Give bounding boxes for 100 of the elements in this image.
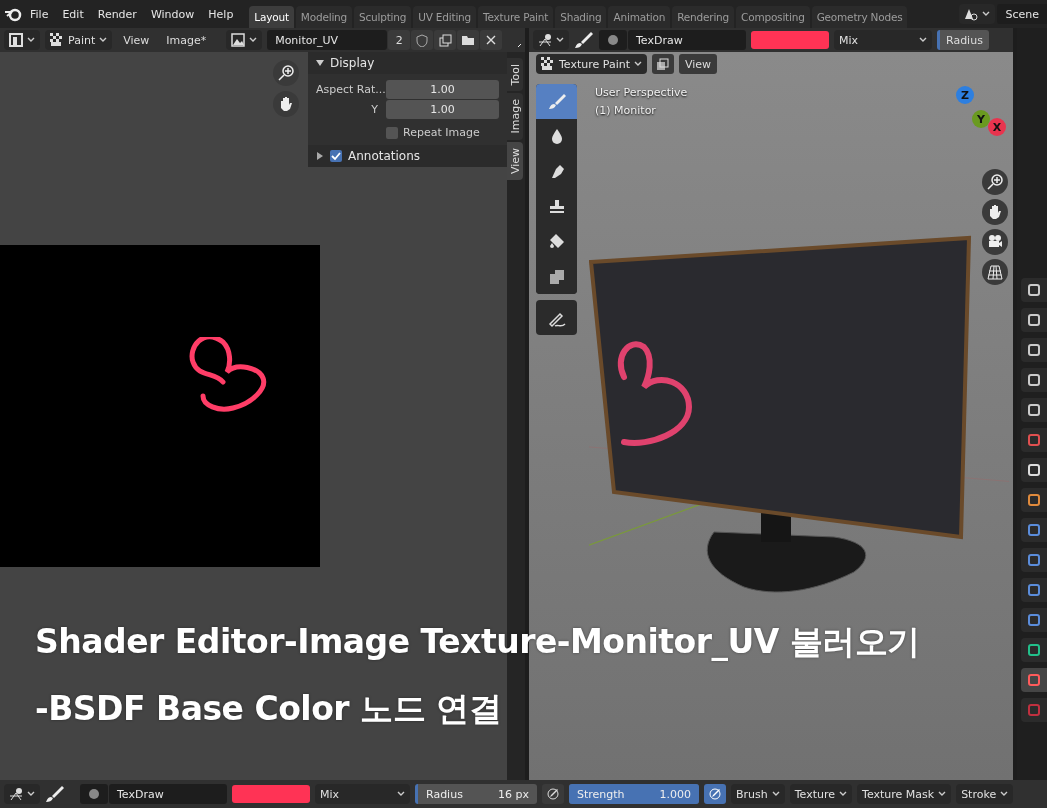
scene-icon (964, 7, 979, 21)
viewport-info-text: User Perspective (595, 86, 688, 99)
zoom-icon[interactable] (273, 60, 299, 86)
brush-color-swatch[interactable] (232, 785, 310, 803)
pan-hand-icon[interactable] (273, 91, 299, 117)
workspace-tab[interactable]: Shading (555, 6, 607, 28)
workspace-tab[interactable]: Layout (249, 6, 294, 28)
checker-icon (541, 57, 555, 71)
scene-selector[interactable] (959, 4, 996, 24)
popover-menu[interactable]: Texture Mask (857, 784, 952, 804)
view-menu[interactable]: View (679, 54, 718, 74)
disclosure-triangle-icon (316, 59, 324, 67)
brush-icon (574, 31, 594, 49)
workspace-tab[interactable]: UV Editing (413, 6, 477, 28)
disclosure-triangle-icon (316, 152, 324, 160)
chevron-icon (634, 61, 642, 67)
image-name-field[interactable]: Monitor_UV (267, 30, 388, 50)
chevron-icon (919, 37, 927, 43)
chevron-icon (99, 37, 108, 43)
sidebar-tab[interactable]: View (507, 141, 523, 180)
strength-slider[interactable]: Strength 1.000 (569, 784, 699, 804)
menu-item[interactable]: Render (91, 1, 143, 27)
menu-item[interactable]: Help (202, 1, 240, 27)
chevron-icon (556, 37, 564, 43)
sidebar-tab[interactable]: Tool (507, 58, 523, 92)
chevron-icon (982, 11, 991, 17)
user-count[interactable]: 2 (388, 30, 411, 50)
grid-icon[interactable] (982, 259, 1008, 285)
checkbox-label: Repeat Image (403, 126, 480, 139)
menu-item[interactable]: File (24, 1, 55, 27)
tool-settings-icon (9, 787, 23, 801)
panel-header[interactable]: Display (308, 52, 507, 74)
brush-color-swatch[interactable] (751, 31, 829, 49)
brush-preview-icon[interactable] (599, 30, 627, 50)
chevron-icon (839, 791, 848, 797)
app-logo-icon[interactable] (4, 6, 22, 22)
number-field[interactable]: 1.00 (386, 100, 499, 119)
duplicate-icon[interactable] (434, 30, 457, 50)
folder-icon[interactable] (457, 30, 480, 50)
mode-dropdown[interactable]: Texture Paint (536, 54, 647, 74)
mode-dropdown[interactable]: Paint (45, 30, 113, 50)
tool-settings-icon (538, 33, 552, 47)
overlay-toggle-icon[interactable] (652, 54, 674, 74)
checkbox[interactable] (386, 126, 398, 139)
panel-header[interactable]: Annotations (308, 145, 507, 167)
zoom-icon[interactable] (982, 169, 1008, 195)
brush-preview-icon[interactable] (80, 784, 108, 804)
brush-name-field[interactable]: TexDraw (628, 30, 746, 50)
caption-text: -BSDF Base Color 노드 연결 (35, 688, 503, 730)
fake-user-icon[interactable] (411, 30, 434, 50)
popover-menu[interactable]: Brush (731, 784, 785, 804)
menu-item[interactable]: Edit (56, 1, 90, 27)
chevron-icon (938, 791, 947, 797)
workspace-tab[interactable]: Modeling (295, 6, 353, 28)
chevron-icon (27, 37, 35, 43)
scene-name-field[interactable]: Scene (997, 4, 1047, 24)
chevron-icon (27, 791, 35, 797)
panel-checkbox[interactable] (330, 150, 342, 162)
sphere-icon (607, 34, 619, 46)
close-icon[interactable] (480, 30, 503, 50)
radius-field[interactable]: Radius 16 px (415, 784, 537, 804)
blend-dropdown[interactable]: Mix (834, 30, 932, 50)
pan-hand-icon[interactable] (982, 199, 1008, 225)
workspace-tab[interactable]: Sculpting (354, 6, 412, 28)
axis-gizmo-handle[interactable]: X (988, 118, 1006, 136)
number-field[interactable]: 1.00 (386, 80, 499, 99)
pressure-pen-icon[interactable] (704, 784, 726, 804)
image-editor-icon (9, 33, 23, 47)
workspace-tab[interactable]: Animation (608, 6, 671, 28)
brush-icon (45, 785, 65, 803)
checker-icon (50, 33, 64, 47)
header-menu[interactable]: Image* (160, 30, 213, 50)
field-label: Y (370, 103, 379, 116)
axis-gizmo-handle[interactable]: Z (956, 86, 974, 104)
viewport-info-text: (1) Monitor (595, 104, 657, 117)
popover-menu[interactable]: Texture (789, 784, 853, 804)
axis-gizmo-handle[interactable]: Y (972, 110, 990, 128)
editor-type-dropdown[interactable] (533, 30, 569, 50)
camera-icon[interactable] (982, 229, 1008, 255)
sphere-icon (88, 788, 100, 800)
header-menu[interactable]: View (117, 30, 156, 50)
image-icon (231, 33, 246, 47)
chevron-icon (249, 37, 258, 43)
brush-name-field[interactable]: TexDraw (109, 784, 227, 804)
menu-item[interactable]: Window (144, 1, 201, 27)
chevron-icon (771, 791, 780, 797)
tool-settings-dropdown[interactable] (4, 784, 40, 804)
workspace-tab[interactable]: Texture Paint (478, 6, 554, 28)
blend-dropdown[interactable]: Mix (315, 784, 410, 804)
workspace-tab[interactable]: Geometry Nodes (811, 6, 908, 28)
radius-field[interactable]: Radius (937, 30, 989, 50)
workspace-tab[interactable]: Rendering (672, 6, 735, 28)
workspace-tab[interactable]: Compositing (736, 6, 810, 28)
editor-type-dropdown[interactable] (4, 30, 40, 50)
sidebar-tab[interactable]: Image (507, 93, 523, 140)
pressure-pen-icon[interactable] (542, 784, 564, 804)
popover-menu[interactable]: Stroke (956, 784, 1014, 804)
image-browse-dropdown[interactable] (226, 30, 263, 50)
chevron-icon (397, 791, 405, 797)
chevron-icon (1000, 791, 1009, 797)
